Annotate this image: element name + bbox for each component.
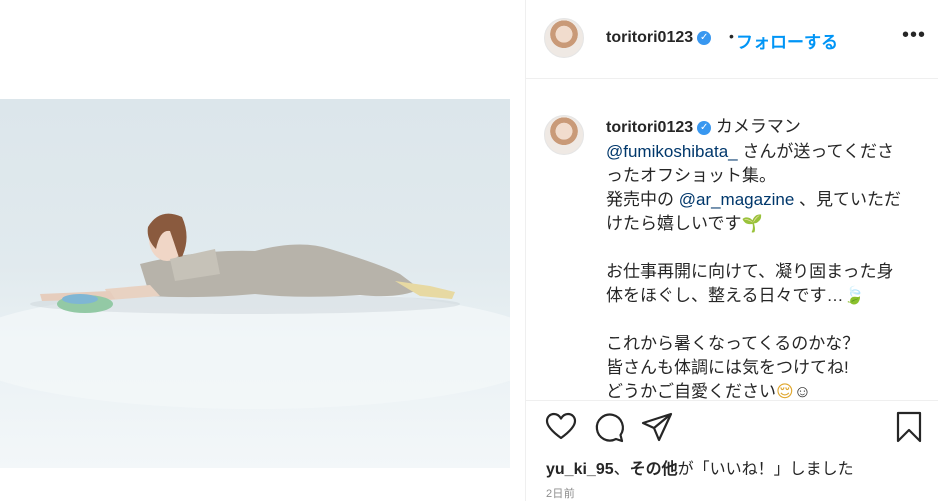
follow-button[interactable]: フォローする [736,28,838,53]
more-options-icon[interactable]: ••• [902,24,926,47]
post-timestamp[interactable]: 2日前 [546,485,575,501]
photo-illustration [0,213,510,409]
caption-fragment: これから暑くなってくるのかな？ [606,334,860,353]
leaf-emoji-icon: 🍃 [843,286,865,305]
post-photo[interactable] [0,99,510,468]
share-icon[interactable] [640,410,674,444]
caption-fragment: ☺ [793,382,812,401]
face-emoji-icon: 😌 [776,382,794,401]
mention-link[interactable]: @fumikoshibata_ [606,142,738,161]
caption-username[interactable]: toritori0123 [606,119,693,136]
heart-icon[interactable] [544,410,578,444]
caption-body: カメラマン @fumikoshibata_ さんが送ってくださ ったオフショット… [606,117,901,401]
caption-fragment: 発売中の [606,190,679,209]
caption-section: toritori0123 ✓ カメラマン @fumikoshibata_ さんが送… [526,100,938,401]
author-avatar[interactable] [544,18,584,58]
author-username[interactable]: toritori0123 ✓ [606,29,712,47]
caption-fragment: カメラマン [715,117,801,136]
caption-fragment: けたら嬉しいです [606,214,742,233]
likes-others-link[interactable]: その他 [630,461,678,478]
likes-user-link[interactable]: yu_ki_95 [546,461,614,478]
caption-fragment [606,310,611,329]
caption-fragment: 、見ていただ [794,190,902,209]
mention-link[interactable]: @ar_magazine [679,190,795,209]
action-bar: yu_ki_95、その他が「いいね！」しました 2日前 [526,400,938,501]
caption-text: toritori0123 ✓ カメラマン @fumikoshibata_ さんが送… [606,115,926,404]
caption-fragment: どうかご自愛ください [606,382,776,401]
caption-fragment [606,238,611,257]
comment-icon[interactable] [592,410,626,444]
verified-badge-icon: ✓ [697,30,712,45]
likes-summary: yu_ki_95、その他が「いいね！」しました [546,461,854,478]
post-header: toritori0123 ✓ • フォローする ••• [526,0,938,79]
leaf-emoji-icon: 🌱 [741,214,763,233]
caption-fragment: 体をほぐし、整える日々です… [606,286,844,305]
caption-avatar[interactable] [544,115,584,155]
caption-fragment: ったオフショット集。 [606,166,776,185]
bookmark-icon[interactable] [892,410,926,444]
caption-fragment: さんが送ってくださ [737,142,894,161]
caption-fragment: お仕事再開に向けて、凝り固まった身 [606,262,894,281]
separator-dot: • [729,28,734,44]
verified-badge-icon: ✓ [697,120,712,135]
caption-fragment: 皆さんも体調には気をつけてね! [606,358,849,377]
